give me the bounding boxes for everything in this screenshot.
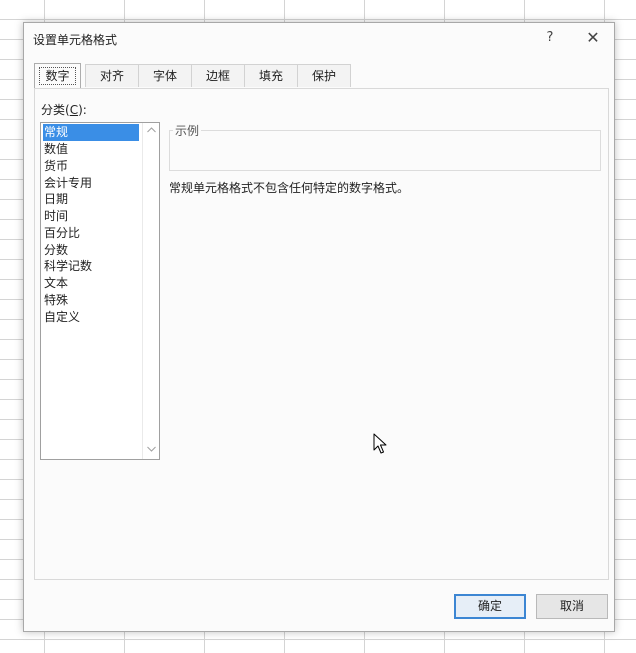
- listbox-scrollbar[interactable]: [142, 123, 159, 459]
- tab-protection[interactable]: 保护: [297, 64, 351, 87]
- close-button[interactable]: ✕: [580, 27, 606, 49]
- tab-border[interactable]: 边框: [191, 64, 245, 87]
- list-item-general[interactable]: 常规: [43, 124, 139, 141]
- help-button[interactable]: ?: [540, 27, 560, 49]
- mouse-pointer-icon: [373, 433, 387, 454]
- tab-number[interactable]: 数字: [34, 63, 81, 88]
- category-label-accelerator: C: [69, 103, 79, 117]
- tab-label: 字体: [152, 69, 177, 83]
- tab-label: 保护: [311, 69, 336, 83]
- category-label-prefix: 分类(: [41, 103, 70, 117]
- tab-alignment[interactable]: 对齐: [85, 64, 139, 87]
- list-item-special[interactable]: 特殊: [43, 292, 139, 309]
- list-item-text[interactable]: 文本: [43, 275, 139, 292]
- sample-group: [169, 130, 601, 171]
- title-bar[interactable]: 设置单元格格式 ? ✕: [24, 23, 614, 53]
- dialog-title: 设置单元格格式: [33, 33, 118, 47]
- list-item-custom[interactable]: 自定义: [43, 309, 139, 326]
- cancel-button[interactable]: 取消: [536, 594, 608, 619]
- list-item-number[interactable]: 数值: [43, 141, 139, 158]
- chevron-up-icon[interactable]: [143, 123, 160, 140]
- category-label: 分类(C):: [41, 101, 87, 118]
- ok-button[interactable]: 确定: [454, 594, 526, 619]
- tab-label: 边框: [205, 69, 230, 83]
- sample-legend: 示例: [173, 122, 202, 139]
- tab-fill[interactable]: 填充: [244, 64, 298, 87]
- tab-label: 数字: [39, 67, 76, 85]
- tab-label: 对齐: [99, 69, 124, 83]
- tab-font[interactable]: 字体: [138, 64, 192, 87]
- list-item-date[interactable]: 日期: [43, 191, 139, 208]
- list-item-accounting[interactable]: 会计专用: [43, 175, 139, 192]
- list-item-percentage[interactable]: 百分比: [43, 225, 139, 242]
- number-tab-panel: 分类(C): 常规 数值 货币 会计专用 日期 时间 百分比 分数 科学记数 文…: [34, 88, 609, 580]
- format-cells-dialog: 设置单元格格式 ? ✕ 数字 对齐 字体 边框 填充 保护 分类(C): 常规 …: [23, 22, 615, 632]
- format-description: 常规单元格格式不包含任何特定的数字格式。: [169, 181, 410, 195]
- list-item-currency[interactable]: 货币: [43, 158, 139, 175]
- list-item-time[interactable]: 时间: [43, 208, 139, 225]
- tab-label: 填充: [258, 69, 283, 83]
- list-item-scientific[interactable]: 科学记数: [43, 258, 139, 275]
- category-label-suffix: ):: [78, 103, 87, 117]
- chevron-down-icon[interactable]: [143, 442, 160, 459]
- category-listbox[interactable]: 常规 数值 货币 会计专用 日期 时间 百分比 分数 科学记数 文本 特殊 自定…: [40, 122, 160, 460]
- list-item-fraction[interactable]: 分数: [43, 242, 139, 259]
